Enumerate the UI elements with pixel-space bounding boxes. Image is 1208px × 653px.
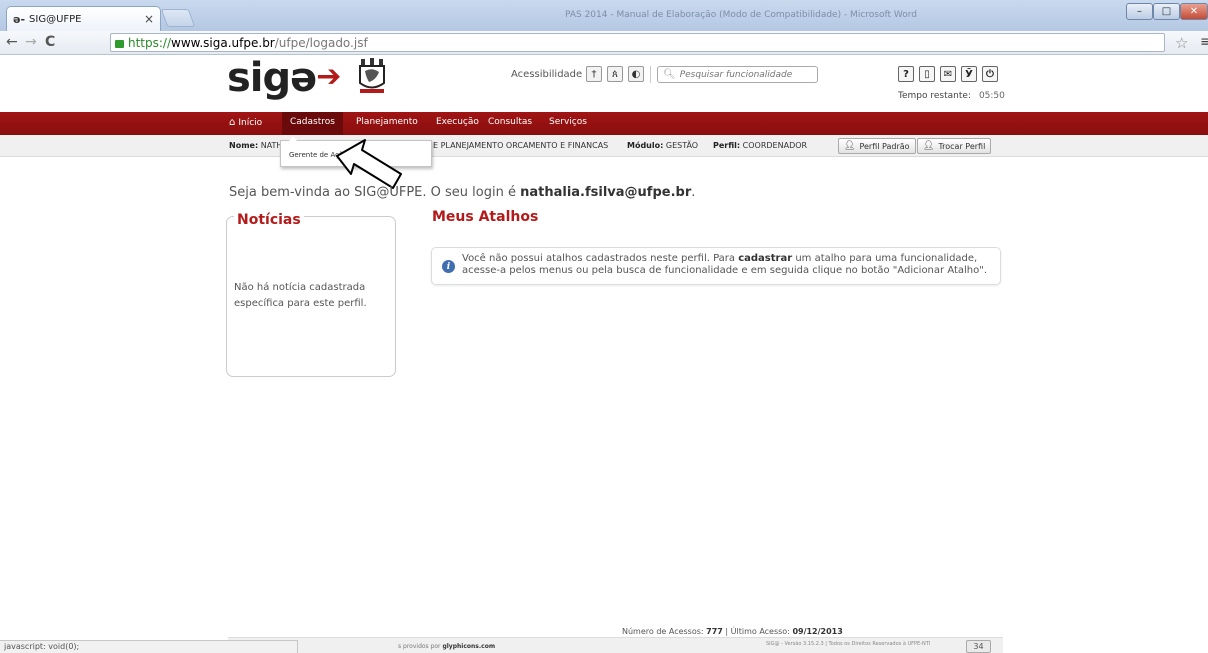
menu-icon[interactable]: ≡: [1200, 34, 1208, 50]
new-tab-button[interactable]: [160, 9, 196, 27]
siga-header: sigə➔ Acessibilidade † ጰ ◐ 🔍︎ ? ▯ ✉ Ӯ ⏻ …: [0, 55, 1208, 112]
user-icon: 👤︎: [844, 141, 856, 151]
url-path: /ufpe/logado.jsf: [274, 35, 368, 50]
shortcuts-title: Meus Atalhos: [432, 209, 539, 225]
menu-item-consultas[interactable]: Consultas: [488, 117, 532, 127]
last-access-date: 09/12/2013: [792, 627, 843, 636]
access-label: Número de Acessos:: [622, 627, 704, 636]
logout-icon[interactable]: ⏻: [982, 66, 998, 82]
contrast-icon[interactable]: ◐: [628, 66, 644, 82]
user-name: Nome: NATH: [229, 141, 282, 150]
change-profile-label: Trocar Perfil: [938, 141, 986, 151]
browser-toolbar: ← → C https:// www.siga.ufpe.br /ufpe/lo…: [0, 31, 1208, 55]
welcome-message: Seja bem-vinda ao SIG@UFPE. O seu login …: [229, 185, 695, 200]
address-bar[interactable]: https:// www.siga.ufpe.br /ufpe/logado.j…: [110, 33, 1165, 52]
footer-badge: 34: [966, 640, 991, 653]
siga-favicon-icon: ə-: [13, 12, 26, 26]
tools-icon[interactable]: Ӯ: [961, 66, 977, 82]
welcome-prefix: Seja bem-vinda ao SIG@UFPE. O seu login …: [229, 185, 516, 200]
logo-arrow-icon: ➔: [316, 59, 341, 94]
logo-mark: ə: [290, 55, 317, 101]
profile-label: Perfil:: [713, 141, 741, 150]
dropdown-caret: [289, 136, 297, 141]
forward-icon[interactable]: →: [25, 34, 37, 50]
header-separator: [650, 66, 651, 83]
menu-item-servicos[interactable]: Serviços: [549, 117, 587, 127]
browser-titlebar: ə- SIG@UFPE × PAS 2014 - Manual de Elabo…: [0, 0, 1208, 31]
accessibility-label: Acessibilidade: [511, 69, 583, 80]
browser-status-bar: javascript: void(0);: [0, 640, 298, 653]
home-icon: ⌂: [229, 117, 236, 128]
timer-value: 05:50: [978, 91, 1005, 101]
glyphicons-credit: s providos por glyphicons.com: [398, 643, 495, 650]
manual-icon[interactable]: ▯: [919, 66, 935, 82]
maximize-button[interactable]: □: [1153, 3, 1180, 20]
news-empty-message: Não há notícia cadastrada específica par…: [234, 282, 367, 309]
menu-item-execucao[interactable]: Execução: [436, 117, 479, 127]
glyphicons-link[interactable]: glyphicons.com: [442, 643, 495, 650]
welcome-login: nathalia.fsilva@ufpe.br: [520, 185, 692, 200]
help-icon[interactable]: ?: [898, 66, 914, 82]
shortcuts-msg-part1: Você não possui atalhos cadastrados nest…: [462, 253, 736, 264]
reload-icon[interactable]: C: [45, 34, 55, 50]
search-icon: 🔍︎: [663, 69, 676, 80]
siga-logo[interactable]: sigə➔: [227, 55, 341, 101]
menu-home-label: Início: [238, 118, 263, 128]
module-label: Módulo:: [627, 141, 664, 150]
name-label: Nome:: [229, 141, 259, 150]
logo-text: sig: [227, 55, 291, 101]
news-title: Notícias: [234, 212, 304, 228]
user-profile: Perfil: COORDENADOR: [713, 141, 807, 150]
glyph-prefix: s providos por: [398, 643, 441, 650]
default-profile-label: Perfil Padrão: [859, 141, 910, 151]
ufpe-crest-icon: [359, 58, 385, 93]
url-scheme: https://: [128, 35, 172, 50]
session-timer: Tempo restante: 05:50: [898, 91, 1005, 101]
user-icon: 👤︎: [923, 141, 935, 151]
minimize-button[interactable]: –: [1126, 3, 1153, 20]
menu-item-cadastros[interactable]: Cadastros: [282, 112, 343, 135]
mail-icon[interactable]: ✉: [940, 66, 956, 82]
last-access-label: | Último Acesso:: [725, 627, 790, 636]
info-icon: i: [442, 260, 455, 273]
module-value: GESTÃO: [665, 141, 699, 150]
access-count: 777: [706, 627, 723, 636]
tab-close-icon[interactable]: ×: [144, 12, 154, 26]
timer-label: Tempo restante:: [898, 91, 971, 101]
user-module: Módulo: GESTÃO: [627, 141, 698, 150]
user-info-bar: Nome: NATH E PLANEJAMENTO ORCAMENTO E FI…: [0, 135, 1208, 157]
access-stats: Número de Acessos: 777 | Último Acesso: …: [622, 627, 843, 636]
shortcuts-info-box: i Você não possui atalhos cadastrados ne…: [431, 247, 1001, 285]
status-text: javascript: void(0);: [4, 642, 80, 651]
browser-tab[interactable]: ə- SIG@UFPE ×: [6, 6, 161, 31]
background-window-title: PAS 2014 - Manual de Elaboração (Modo de…: [565, 10, 918, 20]
welcome-suffix: .: [691, 185, 696, 200]
menu-item-planejamento[interactable]: Planejamento: [356, 117, 418, 127]
tab-title: SIG@UFPE: [29, 13, 82, 25]
lock-icon: [115, 39, 124, 48]
accessibility-sign-language-icon[interactable]: ጰ: [607, 66, 623, 82]
search-input[interactable]: [679, 69, 810, 80]
shortcuts-message: Você não possui atalhos cadastrados nest…: [462, 253, 997, 277]
accessibility-text-size-icon[interactable]: †: [586, 66, 602, 82]
main-menu: ⌂ Início Cadastros Planejamento Execução …: [0, 112, 1208, 135]
url-host: www.siga.ufpe.br: [171, 35, 275, 50]
version-text: SIG@ - Versão 3.15.2.3 | Todos os Direit…: [766, 641, 931, 647]
back-icon[interactable]: ←: [6, 34, 18, 50]
search-box[interactable]: 🔍︎: [657, 66, 818, 83]
star-icon[interactable]: ☆: [1175, 34, 1188, 52]
shortcuts-msg-bold: cadastrar: [738, 253, 793, 264]
close-window-button[interactable]: ✕: [1180, 3, 1208, 20]
menu-item-home[interactable]: ⌂ Início: [229, 117, 262, 128]
default-profile-button[interactable]: 👤︎ Perfil Padrão: [838, 138, 916, 154]
user-unit: E PLANEJAMENTO ORCAMENTO E FINANCAS: [433, 141, 609, 150]
profile-value: COORDENADOR: [742, 141, 808, 150]
change-profile-button[interactable]: 👤︎ Trocar Perfil: [917, 138, 992, 154]
